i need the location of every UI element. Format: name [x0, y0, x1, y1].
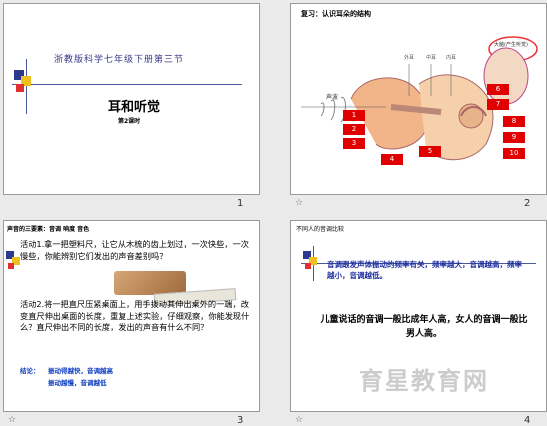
slide4-line1: 音调跟发声体振动的频率有关，频率越大，音调越高，频率越小，音调越低。 — [327, 260, 522, 280]
label-box-4: 4 — [381, 154, 403, 165]
watermark-text: 育星教育网 — [359, 367, 489, 395]
brain-bubble-label: 大脑(产生听觉) — [494, 42, 528, 48]
conclusion-label: 结论： — [20, 367, 40, 375]
label-box-7: 7 — [487, 99, 509, 110]
sound-wave-label: 声波 — [326, 94, 339, 101]
slide-number: 1 — [237, 198, 244, 209]
star-icon: ☆ — [8, 415, 17, 425]
slide-number: 4 — [524, 415, 531, 426]
middle-ear-label: 中耳 — [426, 55, 437, 61]
label-box-10: 10 — [503, 148, 525, 159]
slide-thumbnail-1[interactable]: 浙教版科学七年级下册第三节 耳和听觉 第2课时 1 — [3, 3, 260, 209]
label-box-9: 9 — [503, 132, 525, 143]
slide-thumbnail-3[interactable]: 声音的三要素：音调 响度 音色 活动1.拿一把塑料尺，让它从木梳的齿上划过，一次… — [3, 220, 260, 426]
label-box-3: 3 — [343, 138, 365, 149]
deco-square-red — [305, 263, 311, 269]
slide4-heading: 不同人的音调比较 — [296, 226, 345, 233]
deco-square-red — [16, 84, 24, 92]
star-icon: ☆ — [295, 198, 304, 208]
activity1-text: 活动1.拿一把塑料尺，让它从木梳的齿上划过，一次快些，一次慢些，你能辨别它们发出… — [20, 239, 249, 261]
deco-line-vert — [26, 59, 27, 114]
slide3-heading: 声音的三要素：音调 响度 音色 — [7, 226, 90, 233]
conclusion-line1: 振动得越快，音调越高 — [48, 367, 113, 375]
conclusion-line2: 振动越慢，音调越低 — [48, 379, 107, 387]
slide-thumbnail-2[interactable]: 复习：认识耳朵的结构 大脑(产生听觉) 声波 外耳 中耳 内耳 1 2 3 4 … — [290, 3, 547, 209]
outer-ear-label: 外耳 — [404, 55, 415, 61]
label-box-5: 5 — [419, 146, 441, 157]
label-box-2: 2 — [343, 124, 365, 135]
slide1-subtitle: 浙教版科学七年级下册第三节 — [54, 55, 185, 65]
activity2-text: 活动2.将一把直尺压紧桌面上，用手拨动其伸出桌外的一端，改变直尺伸出桌面的长度，… — [20, 299, 250, 332]
slide1-title: 耳和听觉 — [108, 100, 161, 115]
label-box-6: 6 — [487, 84, 509, 95]
deco-square-red — [8, 263, 14, 269]
label-box-8: 8 — [503, 116, 525, 127]
deco-line-top — [12, 84, 242, 85]
label-box-1: 1 — [343, 110, 365, 121]
slide-number: 2 — [524, 198, 531, 209]
inner-ear-label: 内耳 — [446, 55, 457, 61]
slide1-lesson: 第2课时 — [118, 118, 141, 125]
slide4-line2: 儿童说话的音调一般比成年人高，女人的音调一般比男人高。 — [320, 315, 528, 339]
slide-number: 3 — [237, 415, 244, 426]
star-icon: ☆ — [295, 415, 304, 425]
slide-thumbnail-4[interactable]: 不同人的音调比较 音调跟发声体振动的频率有关，频率越大，音调越高，频率越小，音调… — [290, 220, 547, 426]
